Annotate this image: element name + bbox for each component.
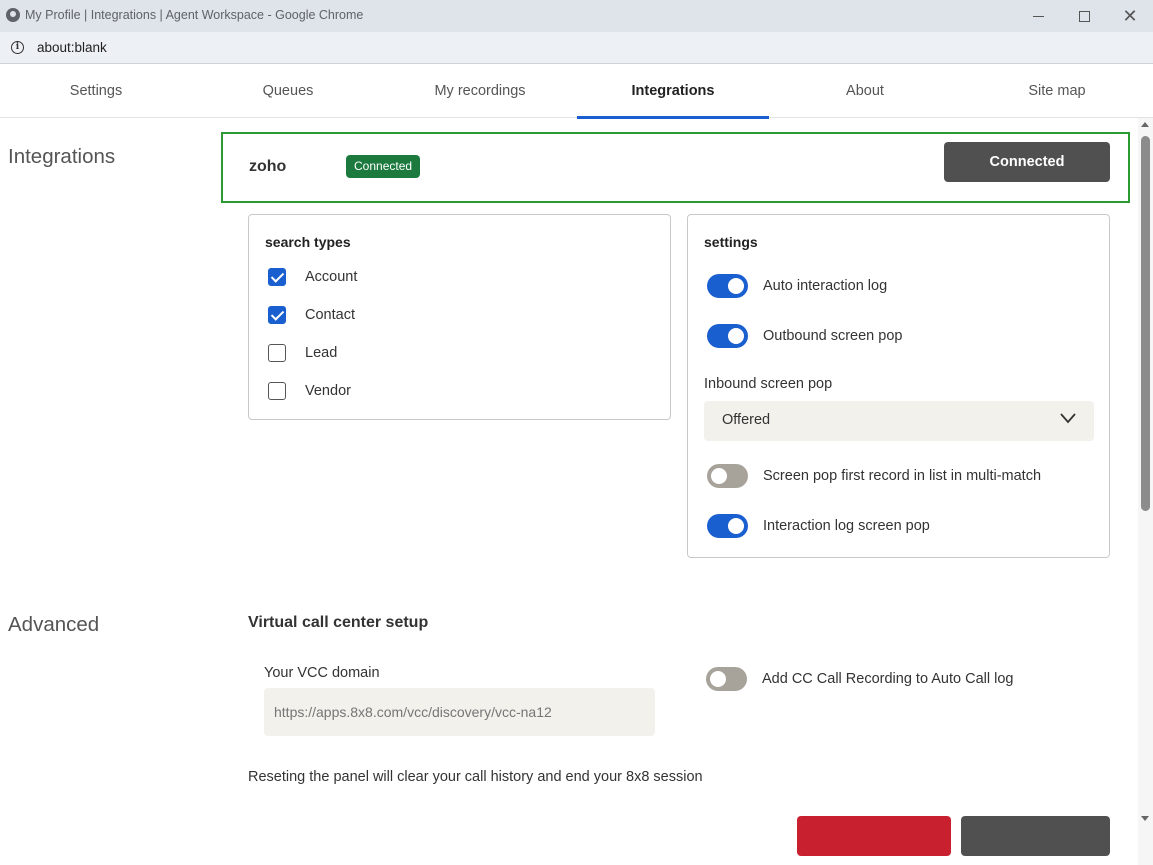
scroll-down-icon[interactable]	[1141, 816, 1149, 821]
checkbox-row-contact[interactable]: Contact	[268, 305, 355, 325]
tab-site-map[interactable]: Site map	[961, 65, 1153, 118]
url-text[interactable]: about:blank	[37, 40, 107, 55]
contact-checkbox[interactable]	[268, 306, 286, 324]
toggle-row-multi-match[interactable]: Screen pop first record in list in multi…	[707, 464, 1041, 488]
auto-interaction-log-toggle[interactable]	[707, 274, 748, 298]
inbound-screen-pop-select[interactable]: Offered	[704, 401, 1094, 441]
integrations-heading: Integrations	[8, 145, 116, 168]
status-badge: Connected	[346, 155, 421, 178]
chevron-down-icon	[1060, 413, 1076, 424]
scrollbar[interactable]	[1138, 118, 1153, 865]
toggle-label: Outbound screen pop	[763, 328, 903, 344]
tab-integrations[interactable]: Integrations	[577, 65, 769, 119]
scroll-up-icon[interactable]	[1141, 122, 1149, 127]
checkbox-row-lead[interactable]: Lead	[268, 343, 337, 363]
minimize-button[interactable]	[1015, 0, 1061, 32]
checkbox-label: Lead	[305, 345, 338, 361]
tab-queues[interactable]: Queues	[192, 65, 384, 118]
vcc-domain-label: Your VCC domain	[264, 665, 380, 681]
integration-header: zoho Connected Connected	[221, 132, 1130, 203]
vendor-checkbox[interactable]	[268, 382, 286, 400]
maximize-icon	[1078, 10, 1090, 22]
window-title: My Profile | Integrations | Agent Worksp…	[25, 8, 364, 22]
main-tabs: Settings Queues My recordings Integratio…	[0, 65, 1153, 119]
checkbox-label: Vendor	[305, 383, 351, 399]
interaction-log-screen-pop-toggle[interactable]	[707, 514, 748, 538]
toggle-label: Auto interaction log	[763, 278, 888, 294]
toggle-row-interaction-log-screen-pop[interactable]: Interaction log screen pop	[707, 514, 930, 538]
vcc-domain-input[interactable]	[264, 688, 655, 736]
advanced-heading: Advanced	[8, 613, 100, 636]
select-value: Offered	[722, 412, 771, 428]
search-types-card: search types Account Contact Lead Vendor	[248, 214, 671, 420]
address-bar[interactable]: i about:blank	[0, 32, 1153, 64]
connect-button[interactable]: Connected	[944, 142, 1110, 182]
outbound-screen-pop-toggle[interactable]	[707, 324, 748, 348]
inbound-screen-pop-label: Inbound screen pop	[704, 376, 833, 392]
settings-title: settings	[704, 234, 758, 250]
reset-note: Reseting the panel will clear your call …	[248, 769, 703, 785]
minimize-icon	[1032, 15, 1044, 17]
close-button[interactable]: ✕	[1107, 0, 1153, 32]
toggle-label: Interaction log screen pop	[763, 518, 930, 534]
toggle-row-outbound-screen-pop[interactable]: Outbound screen pop	[707, 324, 902, 348]
integration-name: zoho	[249, 158, 287, 175]
tab-my-recordings[interactable]: My recordings	[384, 65, 576, 118]
maximize-button[interactable]	[1061, 0, 1107, 32]
close-icon: ✕	[1122, 5, 1138, 26]
search-types-title: search types	[265, 234, 351, 250]
toggle-label: Screen pop first record in list in multi…	[763, 468, 1042, 484]
checkbox-label: Account	[305, 269, 358, 285]
reset-button[interactable]	[797, 816, 951, 856]
checkbox-row-vendor[interactable]: Vendor	[268, 381, 351, 401]
info-icon[interactable]: i	[11, 41, 24, 54]
tab-settings[interactable]: Settings	[0, 65, 192, 118]
checkbox-label: Contact	[305, 307, 355, 323]
browser-title-bar: My Profile | Integrations | Agent Worksp…	[0, 0, 1153, 32]
checkbox-row-account[interactable]: Account	[268, 267, 357, 287]
tab-about[interactable]: About	[769, 65, 961, 118]
multi-match-toggle[interactable]	[707, 464, 748, 488]
cc-call-recording-toggle[interactable]	[706, 667, 747, 691]
settings-card: settings Auto interaction log Outbound s…	[687, 214, 1110, 558]
scrollbar-thumb[interactable]	[1141, 136, 1150, 511]
chrome-app-icon	[6, 8, 20, 22]
toggle-row-auto-interaction-log[interactable]: Auto interaction log	[707, 274, 887, 298]
toggle-row-cc-call-recording[interactable]: Add CC Call Recording to Auto Call log	[706, 667, 1013, 691]
lead-checkbox[interactable]	[268, 344, 286, 362]
account-checkbox[interactable]	[268, 268, 286, 286]
secondary-button[interactable]	[961, 816, 1110, 856]
vcc-setup-title: Virtual call center setup	[248, 614, 429, 631]
toggle-label: Add CC Call Recording to Auto Call log	[762, 671, 1014, 687]
